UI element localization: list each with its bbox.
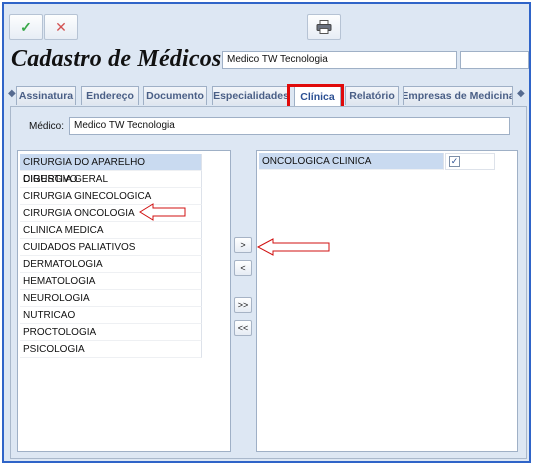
list-item[interactable]: PSICOLOGIA [20, 341, 202, 358]
medico-label: Médico: [29, 121, 65, 132]
tab-relatorio[interactable]: Relatório [345, 86, 399, 105]
checkbox[interactable]: ✓ [449, 156, 460, 167]
main-window: ✓ ✕ Cadastro de Médicos Medico TW Tecnol… [2, 2, 531, 463]
selected-clinics-list[interactable]: ONCOLOGICA CLINICA ✓ [256, 150, 518, 452]
tab-especialidades[interactable]: Especialidades [212, 86, 290, 105]
tab-empresas-de-medicina[interactable]: Empresas de Medicina [403, 86, 513, 105]
toolbar: ✓ ✕ [4, 4, 529, 44]
medico-field[interactable]: Medico TW Tecnologia [69, 117, 510, 135]
tab-assinatura[interactable]: Assinatura [16, 86, 76, 105]
tab-scroll-right-icon[interactable]: ◆ [517, 88, 525, 99]
list-item[interactable]: CIRURGIA DO APARELHO DIGESTIVO [20, 154, 202, 185]
list-item[interactable]: PROCTOLOGIA [20, 324, 202, 341]
tab-scroll-left-icon[interactable]: ◆ [8, 88, 16, 99]
checkbox-cell: ✓ [445, 153, 495, 170]
confirm-button[interactable]: ✓ [9, 14, 43, 40]
tab-documento[interactable]: Documento [143, 86, 207, 105]
list-item[interactable]: HEMATOLOGIA [20, 273, 202, 290]
list-item[interactable]: CIRURGIA GERAL [20, 171, 202, 188]
doctor-code-field[interactable] [460, 51, 529, 69]
list-item[interactable]: ONCOLOGICA CLINICA [259, 153, 444, 170]
add-all-button[interactable]: >> [234, 297, 252, 313]
list-item[interactable]: DERMATOLOGIA [20, 256, 202, 273]
list-item[interactable]: CUIDADOS PALIATIVOS [20, 239, 202, 256]
tab-endereco[interactable]: Endereço [81, 86, 139, 105]
list-item[interactable]: NUTRICAO [20, 307, 202, 324]
check-icon: ✓ [20, 18, 32, 35]
clinica-panel: Médico: Medico TW Tecnologia CIRURGIA DO… [10, 106, 527, 459]
doctor-name-field[interactable]: Medico TW Tecnologia [222, 51, 457, 69]
x-icon: ✕ [55, 18, 67, 35]
tab-bar: ◆ Assinatura Endereço Documento Especial… [8, 86, 527, 106]
print-button[interactable] [307, 14, 341, 40]
annotation-arrow-list-icon [139, 203, 186, 221]
page-title: Cadastro de Médicos [11, 46, 222, 72]
printer-icon [316, 20, 332, 34]
remove-all-button[interactable]: << [234, 320, 252, 336]
available-clinics-list[interactable]: CIRURGIA DO APARELHO DIGESTIVO CIRURGIA … [17, 150, 231, 452]
annotation-arrow-button-icon [257, 238, 330, 256]
cancel-button[interactable]: ✕ [44, 14, 78, 40]
list-item[interactable]: NEUROLOGIA [20, 290, 202, 307]
remove-one-button[interactable]: < [234, 260, 252, 276]
list-item[interactable]: CLINICA MEDICA [20, 222, 202, 239]
add-one-button[interactable]: > [234, 237, 252, 253]
